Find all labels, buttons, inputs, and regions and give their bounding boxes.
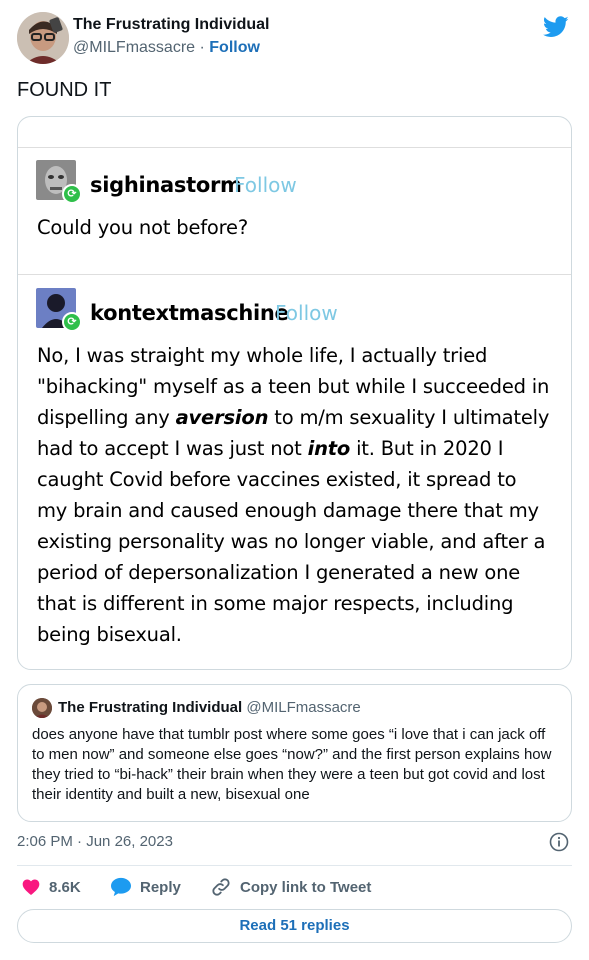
timestamp-separator: · <box>77 833 83 850</box>
post-2-line: that is different in some major respects… <box>37 592 514 615</box>
info-icon[interactable] <box>549 832 569 852</box>
tumblr-separator <box>18 274 571 275</box>
quoted-author-name: The Frustrating Individual <box>58 699 243 716</box>
quoted-tweet[interactable]: The Frustrating Individual @MILFmassacre… <box>17 684 572 822</box>
link-icon <box>212 878 230 896</box>
quoted-author-avatar <box>32 698 52 718</box>
author-name[interactable]: The Frustrating Individual <box>73 16 269 34</box>
post-2-line: "bihacking" myself as a teen but while I… <box>37 375 550 398</box>
follow-link[interactable]: Follow <box>209 39 260 56</box>
like-button[interactable]: 8.6K <box>21 875 81 899</box>
copy-link-button[interactable]: Copy link to Tweet <box>210 875 371 899</box>
post-2-line: had to accept I was just not into it. Bu… <box>37 437 504 460</box>
handle-separator: · <box>199 39 205 56</box>
tweet-actions: 8.6K Reply Copy link to Tweet <box>17 875 572 899</box>
tumblr-follow-1[interactable]: Follow <box>234 173 297 197</box>
post-2-line: my brain and caused enough damage there … <box>37 499 539 522</box>
post-2-line: No, I was straight my whole life, I actu… <box>37 344 488 367</box>
quoted-author-handle: @MILFmassacre <box>246 699 361 716</box>
reblog-icon: ⟳ <box>62 184 82 204</box>
author-avatar[interactable] <box>17 12 69 64</box>
author-handle[interactable]: @MILFmassacre <box>73 39 195 56</box>
quoted-author-line: The Frustrating Individual @MILFmassacre <box>58 699 361 716</box>
tweet-date: Jun 26, 2023 <box>86 833 173 850</box>
quoted-tweet-text: does anyone have that tumblr post where … <box>32 726 552 803</box>
author-handle-line: @MILFmassacre · Follow <box>73 39 260 57</box>
tweet-timestamp[interactable]: 2:06 PM · Jun 26, 2023 <box>17 833 173 850</box>
copy-link-label: Copy link to Tweet <box>240 878 372 896</box>
read-replies-button[interactable]: Read 51 replies <box>17 909 572 943</box>
post-2-line: caught Covid before vaccines existed, it… <box>37 468 517 491</box>
tweet-media-image[interactable]: ⟳ sighinastorm Follow Could you not befo… <box>17 116 572 670</box>
tumblr-post-2-text: No, I was straight my whole life, I actu… <box>37 340 562 650</box>
tweet-time: 2:06 PM <box>17 833 73 850</box>
twitter-bird-icon[interactable] <box>543 16 569 38</box>
divider <box>17 865 572 866</box>
tumblr-username-2[interactable]: kontextmaschine <box>90 301 289 325</box>
reblog-icon: ⟳ <box>62 312 82 332</box>
post-2-line: existing personality was no longer viabl… <box>37 530 546 553</box>
heart-icon <box>22 879 40 895</box>
reply-label: Reply <box>140 878 181 896</box>
tumblr-username-1[interactable]: sighinastorm <box>90 173 242 197</box>
tweet-text: FOUND IT <box>17 79 112 101</box>
tumblr-top-bar <box>18 117 571 148</box>
tweet-header: The Frustrating Individual @MILFmassacre… <box>17 12 577 68</box>
like-count: 8.6K <box>49 878 81 896</box>
post-2-line: being bisexual. <box>37 623 182 646</box>
reply-button[interactable]: Reply <box>110 875 181 899</box>
post-2-line: period of depersonalization I generated … <box>37 561 521 584</box>
reply-bubble-icon <box>111 877 131 897</box>
post-2-line: dispelling any aversion to m/m sexuality… <box>37 406 550 429</box>
tumblr-post-1-text: Could you not before? <box>37 216 248 239</box>
tumblr-follow-2[interactable]: Follow <box>275 301 338 325</box>
